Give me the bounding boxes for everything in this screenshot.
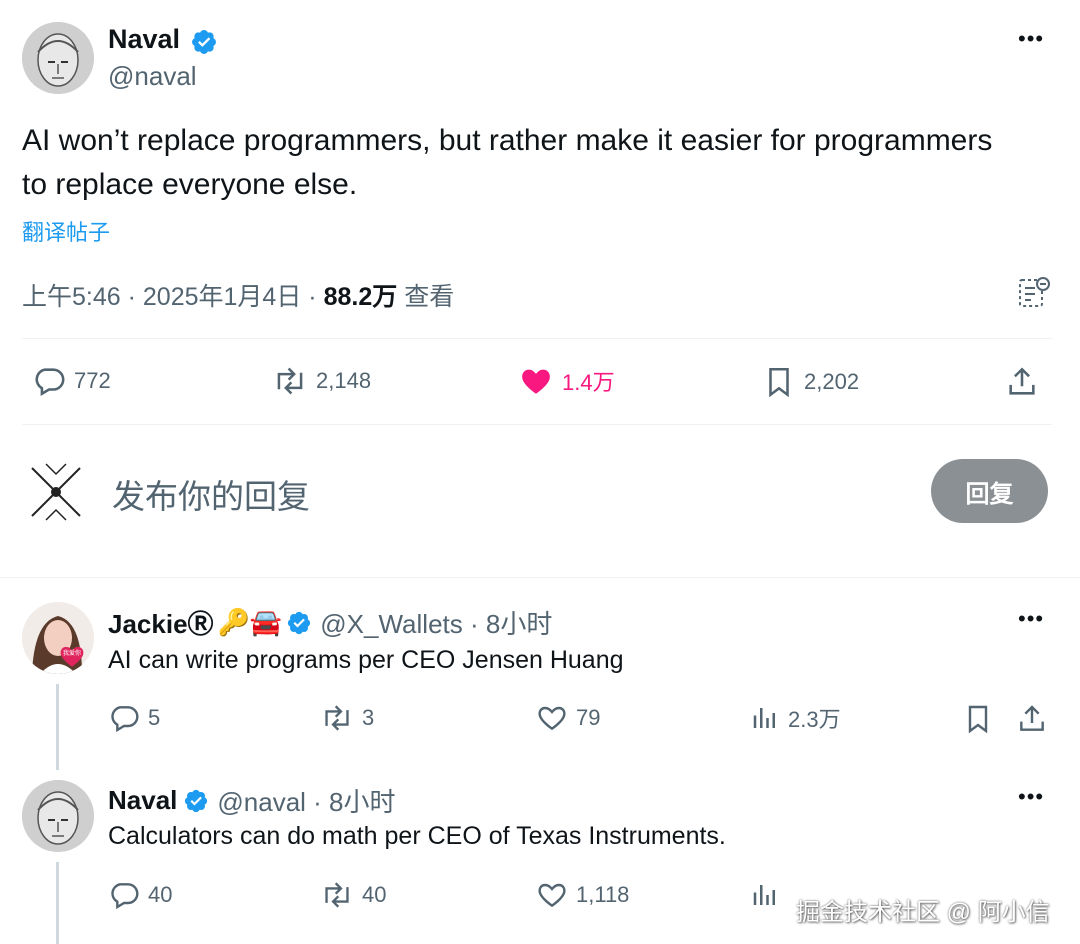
thread-line-2 — [56, 862, 59, 944]
reply-avatar-badge-text: 我爱你 — [62, 650, 81, 657]
analytics-icon[interactable] — [1016, 274, 1052, 310]
reply-author-name[interactable]: JackieⓇ — [108, 604, 214, 641]
divider-top — [22, 338, 1052, 339]
post-time: 上午5:46 — [22, 283, 121, 311]
verified-badge-icon — [190, 28, 218, 56]
bookmark-action[interactable]: 2,202 — [762, 364, 859, 400]
reply-header: Naval @naval · 8小时 — [108, 782, 396, 819]
repost-action[interactable]: 40 — [320, 879, 386, 911]
reply-submit-button[interactable]: 回复 — [931, 459, 1048, 523]
bookmark-icon[interactable] — [962, 702, 994, 736]
reply-handle-time[interactable]: @X_Wallets · 8小时 — [320, 604, 552, 641]
verified-badge-icon — [286, 610, 312, 636]
meta-separator-2: · — [308, 283, 317, 311]
views-chart-icon — [750, 702, 780, 734]
repost-icon — [272, 364, 308, 398]
like-action[interactable]: 1.4万 — [518, 364, 615, 398]
like-action[interactable]: 1,118 — [536, 879, 629, 911]
author-name[interactable]: Naval — [108, 24, 180, 55]
author-avatar[interactable] — [22, 22, 94, 94]
bookmark-icon — [762, 364, 796, 400]
reply-action[interactable]: 40 — [108, 879, 172, 911]
like-count: 1.4万 — [562, 370, 615, 395]
reply-avatar-badge: 我爱你 — [58, 642, 86, 668]
views-count: 88.2万 — [323, 283, 398, 311]
views-count: 2.3万 — [788, 707, 841, 732]
reply-avatar[interactable] — [22, 780, 94, 852]
repost-count: 40 — [362, 882, 387, 907]
meta-separator: · — [127, 283, 136, 311]
my-avatar[interactable] — [22, 458, 90, 526]
repost-action[interactable]: 2,148 — [272, 364, 371, 398]
like-count: 79 — [576, 705, 601, 730]
reply-icon — [108, 879, 140, 911]
heart-icon — [536, 879, 568, 911]
repost-icon — [320, 702, 354, 734]
more-options-icon[interactable]: ••• — [1018, 784, 1044, 810]
reply-header: JackieⓇ 🔑🚘 @X_Wallets · 8小时 — [108, 604, 552, 641]
emoji-icon: 🔑🚘 — [217, 607, 283, 637]
reply-count: 772 — [74, 368, 111, 393]
repost-count: 2,148 — [316, 368, 372, 393]
like-action[interactable]: 79 — [536, 702, 600, 734]
more-options-icon[interactable]: ••• — [1018, 606, 1044, 632]
bookmark-count: 2,202 — [804, 369, 860, 394]
reply-count: 5 — [148, 705, 161, 730]
post-text-line-2: to replace everyone else. — [22, 168, 358, 201]
views-chart-icon[interactable] — [750, 879, 780, 911]
repost-icon — [320, 879, 354, 911]
reply-icon — [32, 364, 66, 398]
watermark: 掘金技术社区 @ 阿小信 — [796, 899, 1050, 926]
repost-count: 3 — [362, 705, 375, 730]
repost-action[interactable]: 3 — [320, 702, 374, 734]
compose-placeholder[interactable]: 发布你的回复 — [112, 470, 310, 518]
post-meta: 上午5:46 · 2025年1月4日 · 88.2万 查看 — [22, 277, 454, 313]
translate-link[interactable]: 翻译帖子 — [22, 215, 110, 247]
divider-compose — [0, 577, 1080, 578]
reply-icon — [108, 702, 140, 734]
reply-action[interactable]: 772 — [32, 364, 111, 398]
verified-badge-icon — [183, 788, 209, 814]
views-label[interactable]: 查看 — [404, 283, 454, 311]
reply-action[interactable]: 5 — [108, 702, 160, 734]
thread-line-1 — [56, 684, 59, 770]
more-options-icon[interactable]: ••• — [1018, 26, 1044, 52]
share-icon[interactable] — [1016, 702, 1048, 736]
heart-icon — [536, 702, 568, 734]
heart-filled-icon — [518, 364, 554, 398]
views-action[interactable]: 2.3万 — [750, 702, 841, 734]
like-count: 1,118 — [576, 882, 630, 907]
reply-count: 40 — [148, 882, 173, 907]
reply-author-name[interactable]: Naval — [108, 785, 177, 816]
reply-handle-time[interactable]: @naval · 8小时 — [217, 782, 395, 819]
post-text-line-1: AI won’t replace programmers, but rather… — [22, 124, 993, 157]
reply-text: AI can write programs per CEO Jensen Hua… — [108, 646, 624, 674]
post-date: 2025年1月4日 — [142, 283, 302, 311]
share-icon[interactable] — [1005, 364, 1039, 400]
author-handle[interactable]: @naval — [108, 61, 197, 92]
divider-actions — [22, 424, 1052, 425]
reply-text: Calculators can do math per CEO of Texas… — [108, 822, 726, 850]
